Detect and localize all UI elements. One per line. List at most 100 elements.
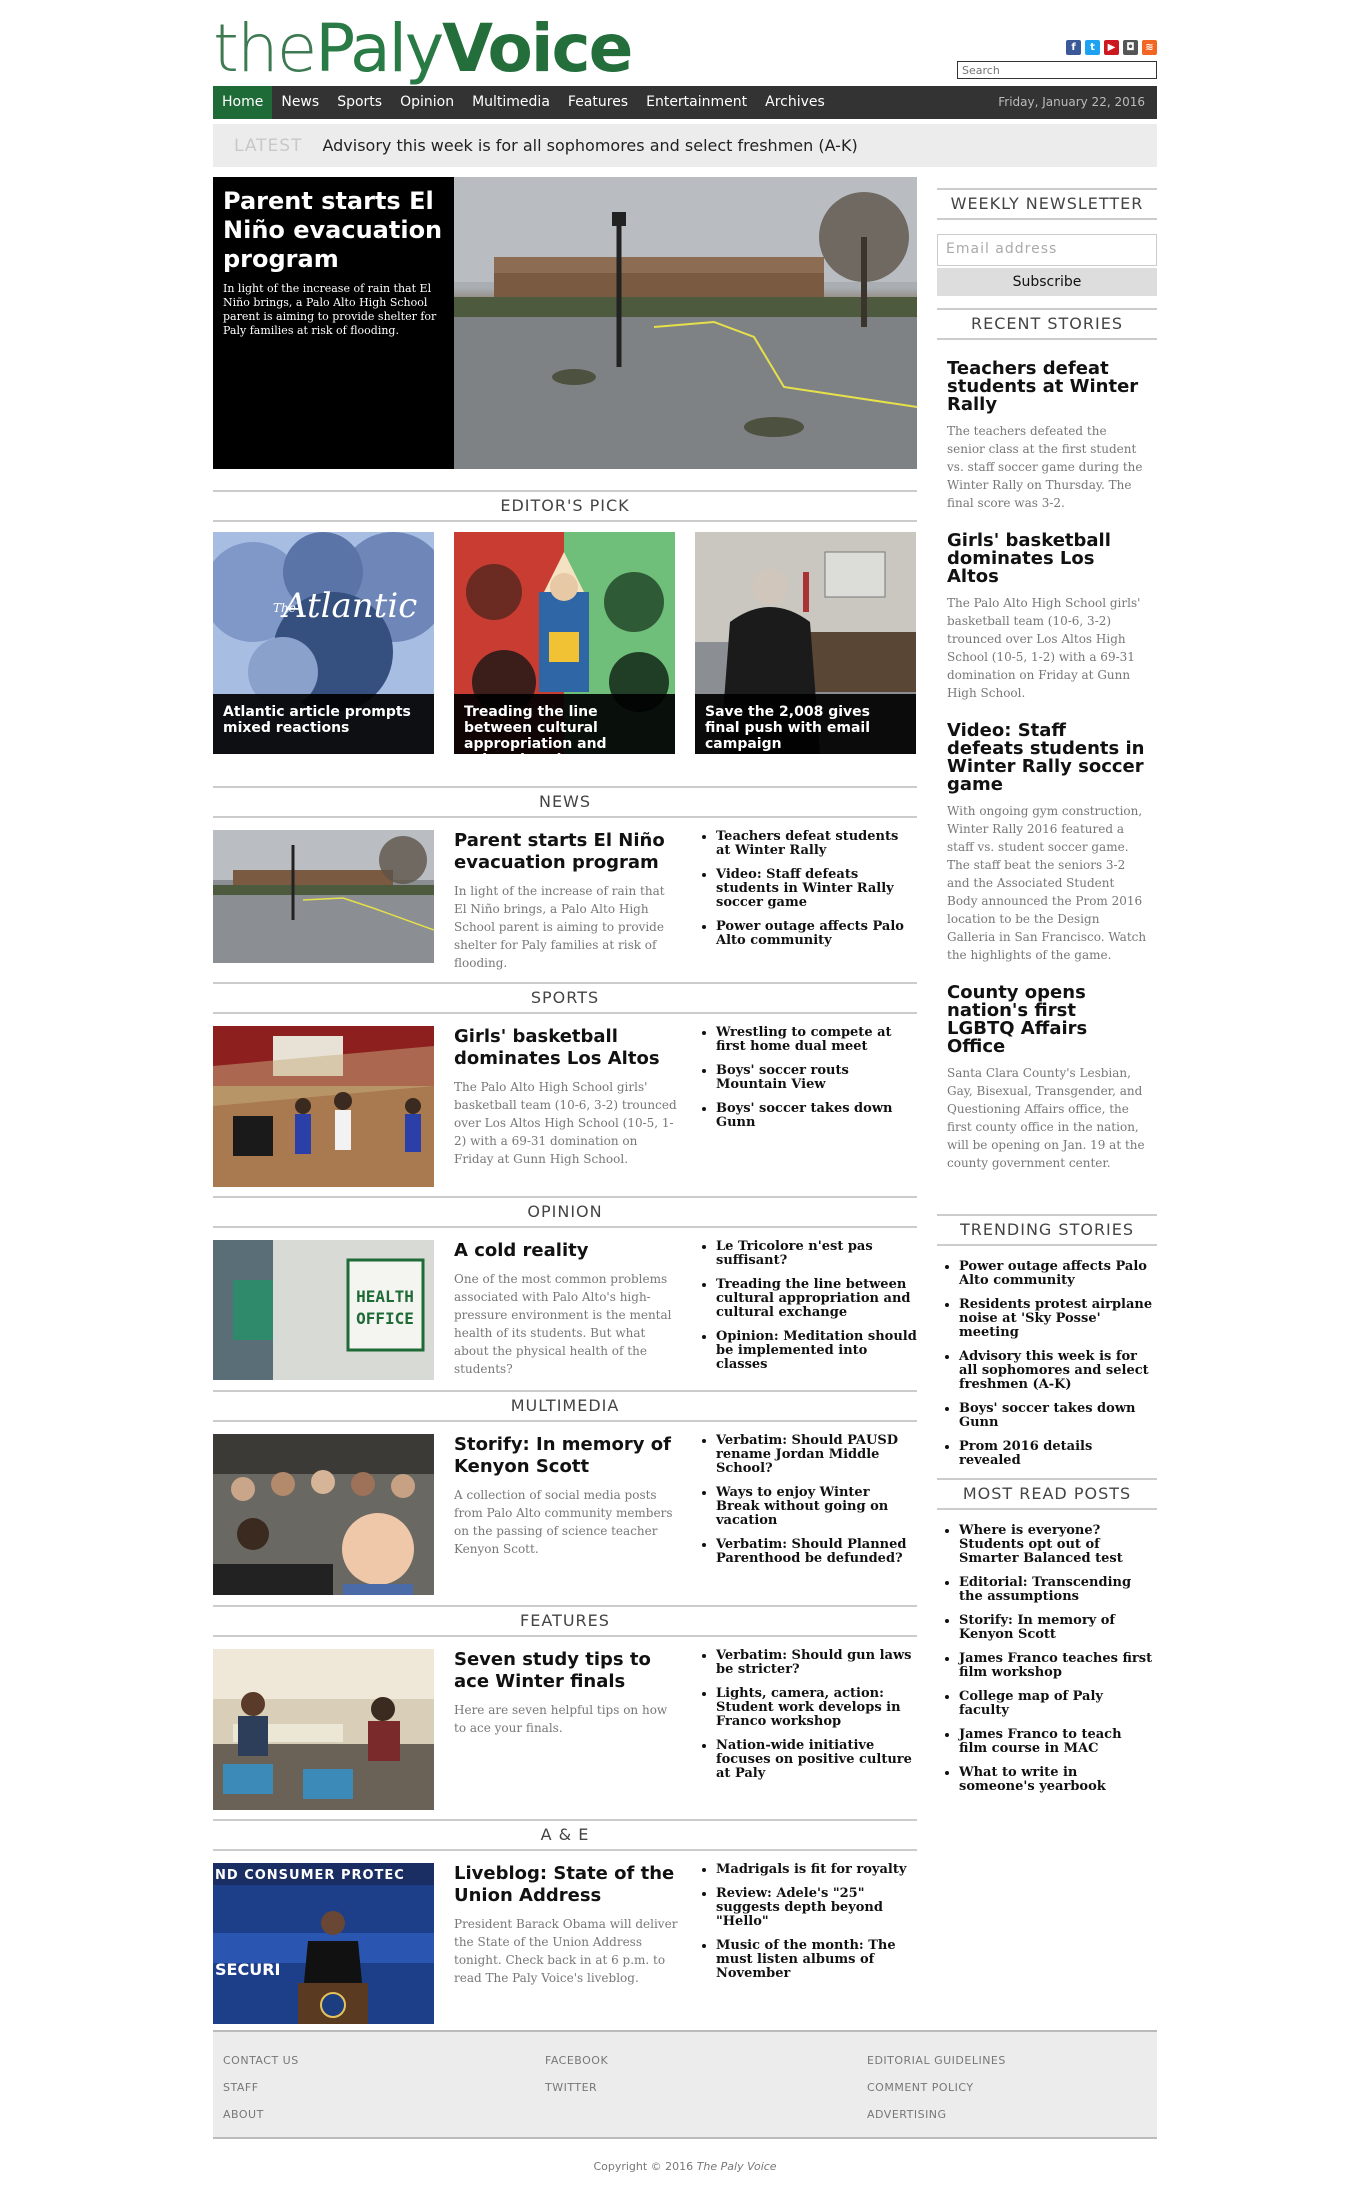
list-item[interactable]: Advisory this week is for all sophomores…	[959, 1350, 1153, 1392]
featured-story-title[interactable]: Parent starts El Niño evacuation program	[223, 187, 444, 274]
facebook-icon[interactable]: f	[1066, 40, 1081, 55]
recent-story-title[interactable]: County opens nation's first LGBTQ Affair…	[947, 984, 1147, 1056]
footer-contact-link[interactable]: CONTACT US	[223, 2054, 299, 2067]
multimedia-thumbnail[interactable]	[213, 1434, 434, 1595]
recent-story-summary: With ongoing gym construction, Winter Ra…	[947, 804, 1147, 962]
recent-story-title[interactable]: Teachers defeat students at Winter Rally	[947, 360, 1147, 414]
featured-story-summary: In light of the increase of rain that El…	[223, 282, 437, 337]
a-and-e-thumbnail[interactable]: ND CONSUMER PROTEC SECURI	[213, 1863, 434, 2024]
nav-features[interactable]: Features	[559, 86, 637, 119]
list-item[interactable]: Teachers defeat students at Winter Rally	[716, 830, 917, 858]
list-item[interactable]: Storify: In memory of Kenyon Scott	[959, 1614, 1153, 1642]
recent-story-summary: Santa Clara County's Lesbian, Gay, Bisex…	[947, 1066, 1145, 1170]
recent-stories-heading: RECENT STORIES	[937, 308, 1157, 340]
news-thumbnail[interactable]	[213, 830, 434, 963]
twitter-icon[interactable]: t	[1085, 40, 1100, 55]
footer-comment-policy-link[interactable]: COMMENT POLICY	[867, 2081, 1006, 2094]
copyright-text: Copyright © 2016	[593, 2160, 694, 2173]
sports-lead-title[interactable]: Girls' basketball dominates Los Altos	[454, 1026, 679, 1070]
footer-facebook-link[interactable]: FACEBOOK	[545, 2054, 608, 2067]
sports-thumbnail[interactable]	[213, 1026, 434, 1187]
list-item[interactable]: Verbatim: Should gun laws be stricter?	[716, 1649, 917, 1677]
list-item[interactable]: Where is everyone? Students opt out of S…	[959, 1524, 1153, 1566]
list-item[interactable]: Madrigals is fit for royalty	[716, 1863, 917, 1877]
footer-about-link[interactable]: ABOUT	[223, 2108, 299, 2121]
list-item[interactable]: Power outage affects Palo Alto community	[716, 920, 917, 948]
list-item[interactable]: Verbatim: Should Planned Parenthood be d…	[716, 1538, 917, 1566]
list-item[interactable]: Music of the month: The must listen albu…	[716, 1939, 917, 1981]
list-item[interactable]: Boys' soccer takes down Gunn	[716, 1102, 917, 1130]
features-lead-title[interactable]: Seven study tips to ace Winter finals	[454, 1649, 679, 1693]
list-item[interactable]: What to write in someone's yearbook	[959, 1766, 1153, 1794]
opinion-section-heading[interactable]: OPINION	[213, 1196, 917, 1228]
features-thumbnail[interactable]	[213, 1649, 434, 1810]
list-item[interactable]: Review: Adele's "25" suggests depth beyo…	[716, 1887, 917, 1929]
list-item[interactable]: Power outage affects Palo Alto community	[959, 1260, 1153, 1288]
editors-pick-item[interactable]: Treading the line between cultural appro…	[454, 532, 675, 754]
list-item[interactable]: Ways to enjoy Winter Break without going…	[716, 1486, 917, 1528]
search-input[interactable]	[957, 61, 1157, 79]
recent-story-title[interactable]: Girls' basketball dominates Los Altos	[947, 532, 1147, 586]
sports-section-heading[interactable]: SPORTS	[213, 982, 917, 1014]
footer-advertising-link[interactable]: ADVERTISING	[867, 2108, 1006, 2121]
list-item[interactable]: Boys' soccer routs Mountain View	[716, 1064, 917, 1092]
features-links: Verbatim: Should gun laws be stricter? L…	[702, 1649, 917, 1791]
list-item[interactable]: James Franco to teach film course in MAC	[959, 1728, 1153, 1756]
nav-multimedia[interactable]: Multimedia	[463, 86, 559, 119]
email-field[interactable]: Email address	[937, 234, 1157, 266]
editors-pick-caption: Atlantic article prompts mixed reactions	[213, 694, 434, 754]
site-logo[interactable]: thePalyVoice	[213, 12, 633, 86]
list-item[interactable]: Video: Staff defeats students in Winter …	[716, 868, 917, 910]
list-item[interactable]: Treading the line between cultural appro…	[716, 1278, 917, 1320]
recent-story-title[interactable]: Video: Staff defeats students in Winter …	[947, 722, 1147, 794]
editors-pick-item[interactable]: Save the 2,008 gives final push with ema…	[695, 532, 916, 754]
opinion-lead-title[interactable]: A cold reality	[454, 1240, 679, 1262]
a-and-e-section-heading[interactable]: A & E	[213, 1819, 917, 1851]
list-item[interactable]: Verbatim: Should PAUSD rename Jordan Mid…	[716, 1434, 917, 1476]
list-item[interactable]: Wrestling to compete at first home dual …	[716, 1026, 917, 1054]
news-lead-story: Parent starts El Niño evacuation program…	[454, 830, 679, 972]
list-item[interactable]: Nation-wide initiative focuses on positi…	[716, 1739, 917, 1781]
trending-list: Power outage affects Palo Alto community…	[937, 1260, 1157, 1468]
news-section-heading[interactable]: NEWS	[213, 786, 917, 818]
list-item[interactable]: Boys' soccer takes down Gunn	[959, 1402, 1153, 1430]
nav-news[interactable]: News	[272, 86, 328, 119]
features-section-heading[interactable]: FEATURES	[213, 1605, 917, 1637]
youtube-icon[interactable]: ▶	[1104, 40, 1119, 55]
opinion-thumbnail[interactable]: HEALTH OFFICE	[213, 1240, 434, 1380]
list-item[interactable]: Residents protest airplane noise at 'Sky…	[959, 1298, 1153, 1340]
list-item[interactable]: College map of Paly faculty	[959, 1690, 1153, 1718]
footer-twitter-link[interactable]: TWITTER	[545, 2081, 608, 2094]
multimedia-lead-title[interactable]: Storify: In memory of Kenyon Scott	[454, 1434, 679, 1478]
nav-opinion[interactable]: Opinion	[391, 86, 463, 119]
featured-story[interactable]: Parent starts El Niño evacuation program…	[213, 177, 917, 469]
recent-story: Girls' basketball dominates Los Altos Th…	[937, 532, 1157, 702]
features-lead-summary: Here are seven helpful tips on how to ac…	[454, 1703, 668, 1735]
news-lead-title[interactable]: Parent starts El Niño evacuation program	[454, 830, 679, 874]
nav-entertainment[interactable]: Entertainment	[637, 86, 756, 119]
features-lead-story: Seven study tips to ace Winter finals He…	[454, 1649, 679, 1737]
list-item[interactable]: Editorial: Transcending the assumptions	[959, 1576, 1153, 1604]
editors-pick-item[interactable]: The Atlantic Atlantic article prompts mi…	[213, 532, 434, 754]
subscribe-button[interactable]: Subscribe	[937, 268, 1157, 296]
latest-link[interactable]: Advisory this week is for all sophomores…	[322, 136, 857, 155]
footer-staff-link[interactable]: STAFF	[223, 2081, 299, 2094]
instagram-icon[interactable]: ◘	[1123, 40, 1138, 55]
footer-editorial-guidelines-link[interactable]: EDITORIAL GUIDELINES	[867, 2054, 1006, 2067]
latest-ticker: LATEST Advisory this week is for all sop…	[213, 124, 1157, 167]
list-item[interactable]: Lights, camera, action: Student work dev…	[716, 1687, 917, 1729]
multimedia-section-heading[interactable]: MULTIMEDIA	[213, 1390, 917, 1422]
flooded-field-image[interactable]	[454, 177, 917, 469]
rss-icon[interactable]: ≋	[1142, 40, 1157, 55]
nav-sports[interactable]: Sports	[328, 86, 391, 119]
list-item[interactable]: Prom 2016 details revealed	[959, 1440, 1153, 1468]
opinion-links: Le Tricolore n'est pas suffisant? Treadi…	[702, 1240, 917, 1382]
list-item[interactable]: Opinion: Meditation should be implemente…	[716, 1330, 917, 1372]
nav-home[interactable]: Home	[213, 86, 273, 119]
main-nav: Home News Sports Opinion Multimedia Feat…	[213, 86, 1157, 119]
list-item[interactable]: Le Tricolore n'est pas suffisant?	[716, 1240, 917, 1268]
a-and-e-lead-title[interactable]: Liveblog: State of the Union Address	[454, 1863, 679, 1907]
list-item[interactable]: James Franco teaches first film workshop	[959, 1652, 1153, 1680]
most-read-heading: MOST READ POSTS	[937, 1478, 1157, 1510]
nav-archives[interactable]: Archives	[756, 86, 834, 119]
